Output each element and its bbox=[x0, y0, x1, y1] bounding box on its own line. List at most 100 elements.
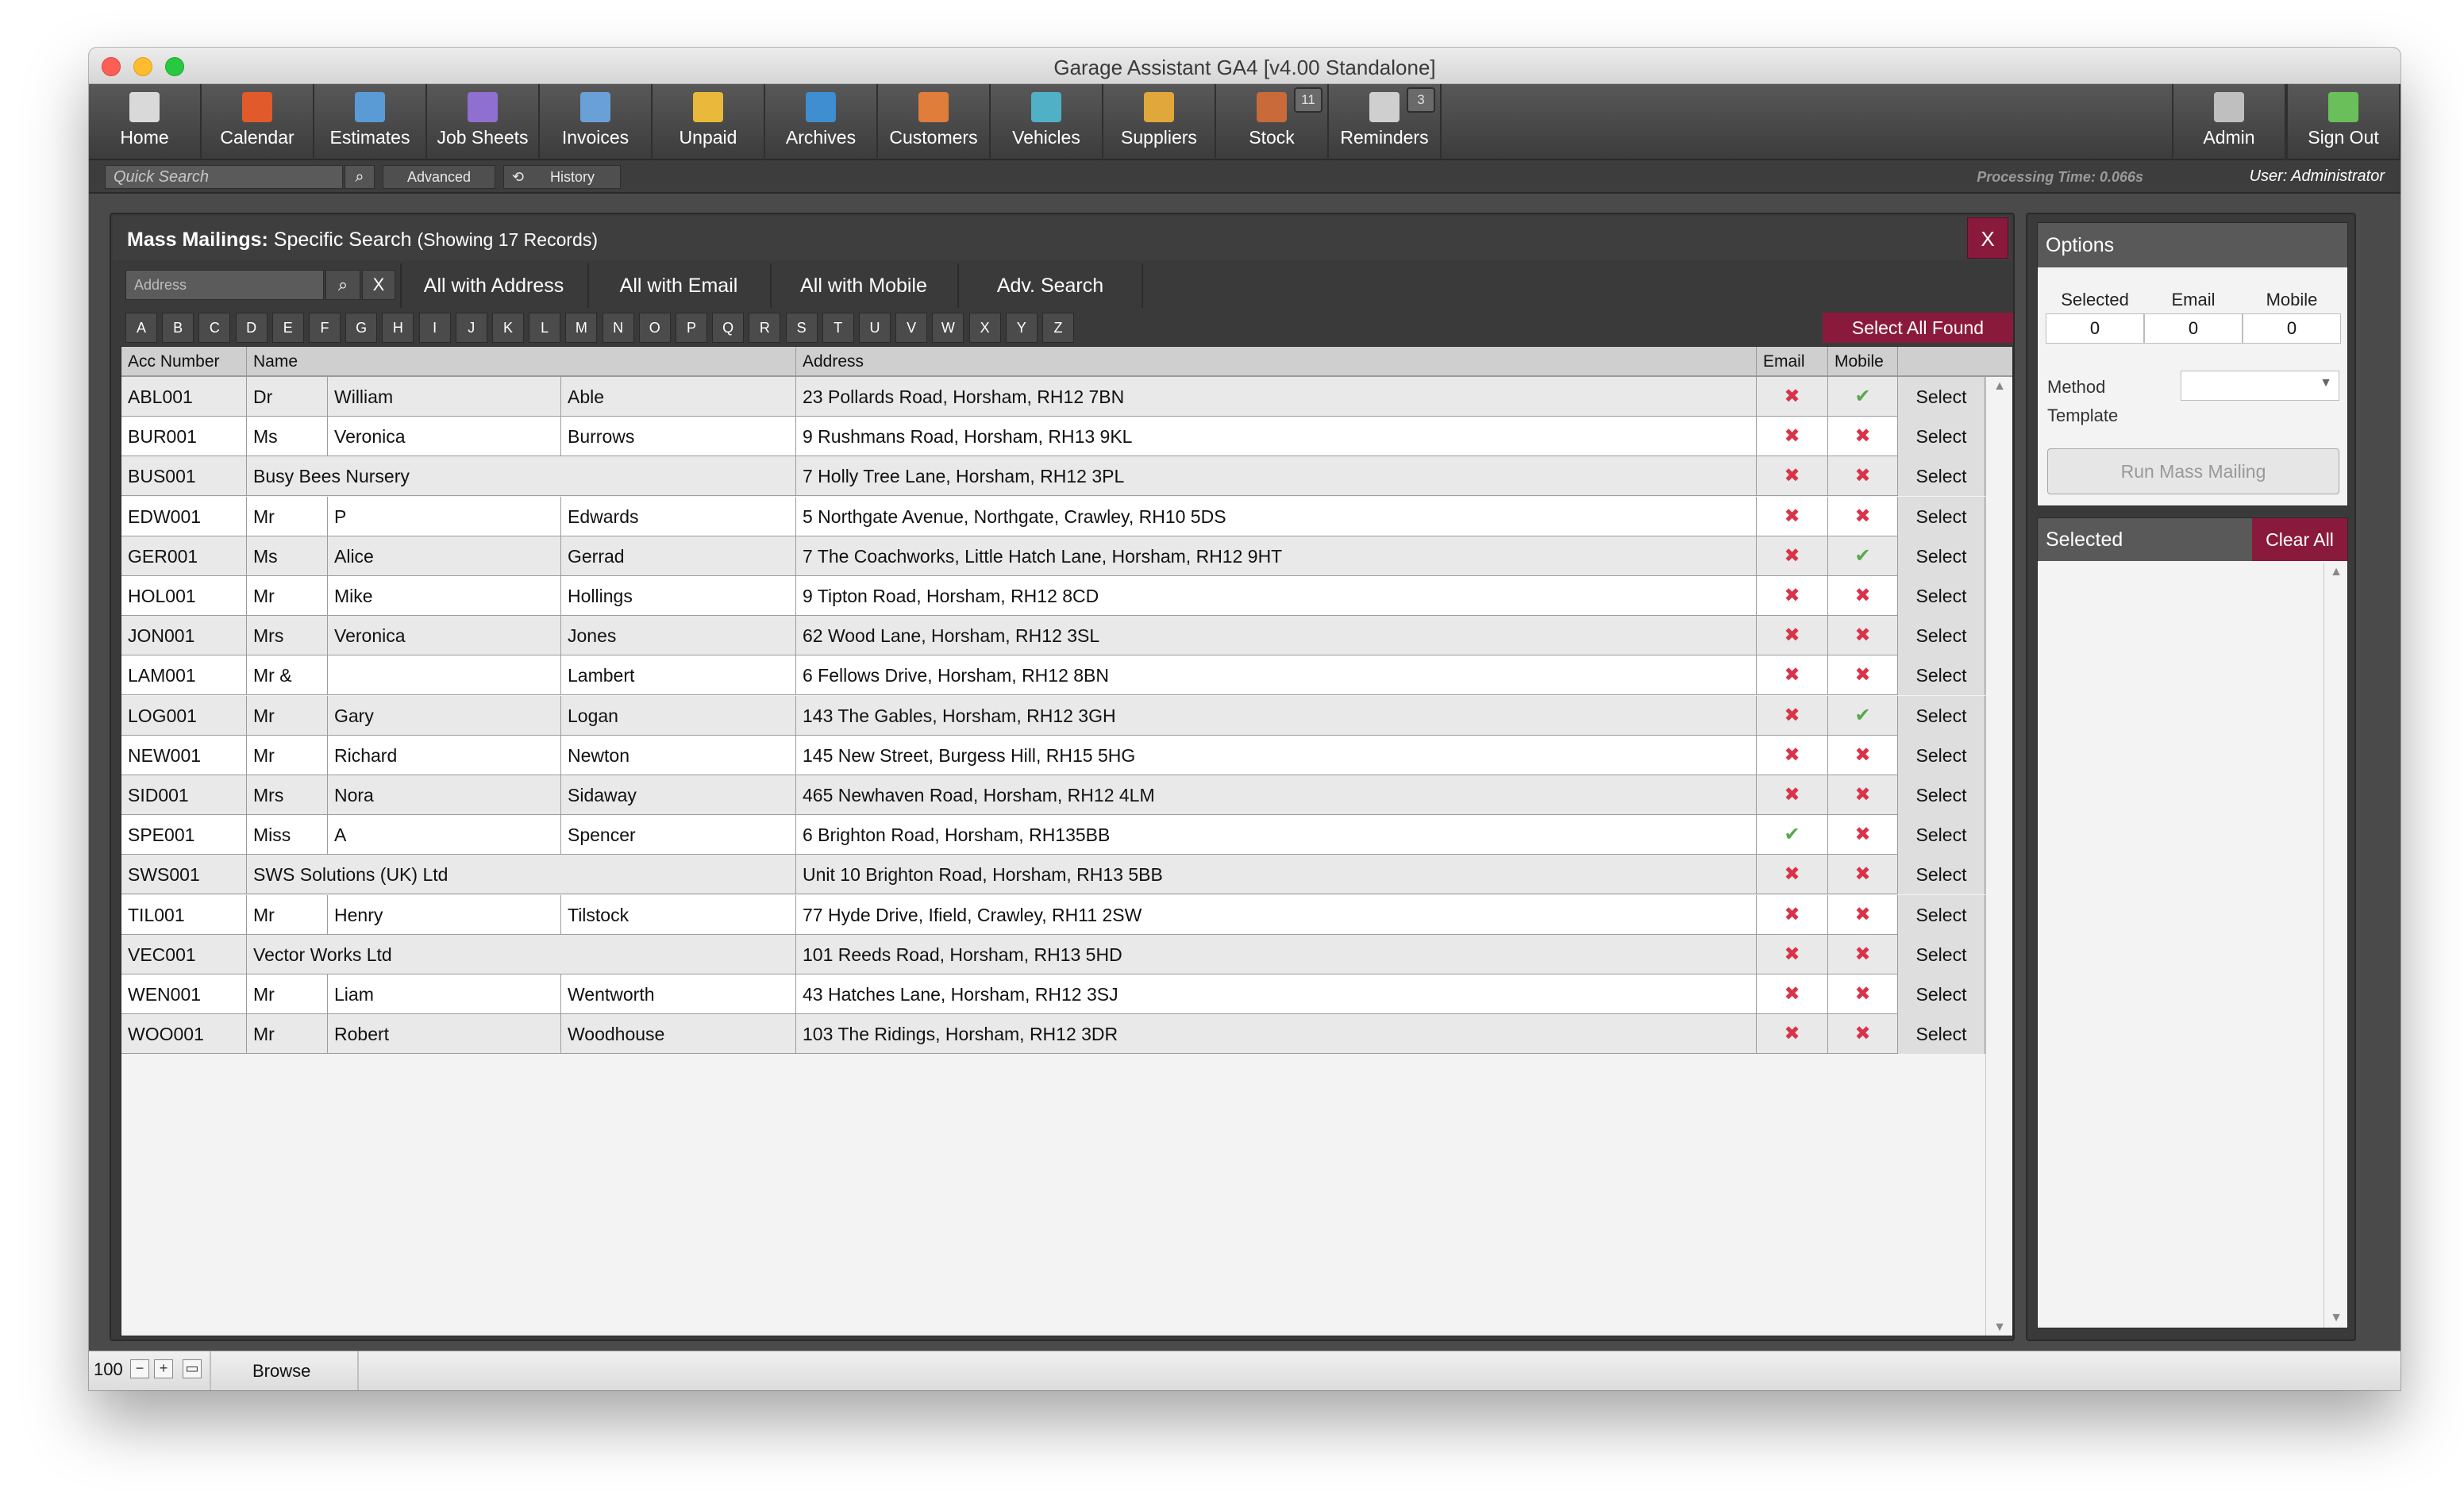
alpha-filter-k[interactable]: K bbox=[492, 313, 524, 343]
header-mobile[interactable]: Mobile bbox=[1828, 347, 1898, 377]
alpha-filter-a[interactable]: A bbox=[125, 313, 157, 343]
history-button[interactable]: ⟲ History bbox=[503, 165, 621, 189]
scroll-down-icon[interactable]: ▼ bbox=[1986, 1318, 2012, 1336]
mode-label[interactable]: Browse bbox=[252, 1361, 310, 1382]
selected-count-value: 0 bbox=[2046, 313, 2144, 344]
alpha-filter-q[interactable]: Q bbox=[712, 313, 745, 343]
alpha-filter-h[interactable]: H bbox=[382, 313, 414, 343]
filter-clear-button[interactable]: X bbox=[362, 270, 395, 300]
scroll-up-icon[interactable]: ▲ bbox=[2324, 563, 2348, 582]
select-row-button[interactable]: Select bbox=[1898, 536, 1985, 576]
toolbar-button-customers[interactable]: Customers bbox=[878, 84, 991, 160]
select-row-button[interactable]: Select bbox=[1898, 655, 1985, 696]
header-acc-number[interactable]: Acc Number bbox=[121, 347, 247, 377]
title-cell: Dr bbox=[247, 377, 328, 417]
quick-filter-all-with-email[interactable]: All with Email bbox=[587, 263, 768, 308]
method-select[interactable]: ▼ bbox=[2181, 371, 2339, 401]
acc-number-cell: LAM001 bbox=[121, 655, 247, 696]
toolbar-button-estimates[interactable]: Estimates bbox=[314, 84, 427, 160]
clear-all-button[interactable]: Clear All bbox=[2252, 518, 2347, 561]
quick-filter-all-with-mobile[interactable]: All with Mobile bbox=[770, 263, 956, 308]
select-row-button[interactable]: Select bbox=[1898, 815, 1985, 855]
alpha-filter-o[interactable]: O bbox=[638, 313, 671, 343]
toolbar-button-sign-out[interactable]: Sign Out bbox=[2286, 84, 2400, 160]
alpha-filter-f[interactable]: F bbox=[309, 313, 341, 343]
toolbar-button-calendar[interactable]: Calendar bbox=[202, 84, 314, 160]
select-row-button[interactable]: Select bbox=[1898, 974, 1985, 1014]
toolbar-button-unpaid[interactable]: Unpaid bbox=[653, 84, 765, 160]
alpha-filter-r[interactable]: R bbox=[749, 313, 781, 343]
alpha-filter-l[interactable]: L bbox=[529, 313, 561, 343]
quick-search-input[interactable]: Quick Search bbox=[105, 165, 343, 189]
header-address[interactable]: Address bbox=[796, 347, 1757, 377]
alpha-filter-b[interactable]: B bbox=[162, 313, 194, 343]
zoom-in-button[interactable]: + bbox=[154, 1359, 173, 1378]
alpha-filter-w[interactable]: W bbox=[932, 313, 964, 343]
quick-search-button[interactable]: ⌕ bbox=[345, 165, 375, 189]
admin-tools-icon bbox=[2214, 92, 2244, 122]
toolbar-button-vehicles[interactable]: Vehicles bbox=[991, 84, 1103, 160]
select-row-button[interactable]: Select bbox=[1898, 1014, 1985, 1055]
select-row-button[interactable]: Select bbox=[1898, 894, 1985, 935]
alpha-filter-c[interactable]: C bbox=[198, 313, 231, 343]
scroll-down-icon[interactable]: ▼ bbox=[2324, 1309, 2348, 1328]
toolbar-button-admin[interactable]: Admin bbox=[2172, 84, 2286, 160]
select-row-button[interactable]: Select bbox=[1898, 377, 1985, 417]
toolbar-button-stock[interactable]: Stock 11 bbox=[1216, 84, 1329, 160]
header-email[interactable]: Email bbox=[1757, 347, 1828, 377]
toggle-status-area-icon[interactable]: ▭ bbox=[183, 1359, 202, 1378]
alpha-filter-j[interactable]: J bbox=[455, 313, 487, 343]
address-filter-input[interactable]: Address bbox=[125, 270, 324, 300]
select-all-found-button[interactable]: Select All Found bbox=[1823, 313, 2013, 343]
zoom-out-button[interactable]: − bbox=[130, 1359, 149, 1378]
select-row-button[interactable]: Select bbox=[1898, 417, 1985, 457]
run-mass-mailing-button[interactable]: Run Mass Mailing bbox=[2047, 448, 2339, 494]
alpha-filter-u[interactable]: U bbox=[859, 313, 891, 343]
alpha-filter-n[interactable]: N bbox=[602, 313, 634, 343]
last-name-cell: Hollings bbox=[561, 576, 796, 616]
alpha-filter-i[interactable]: I bbox=[418, 313, 451, 343]
select-row-button[interactable]: Select bbox=[1898, 934, 1985, 974]
toolbar-button-home[interactable]: Home bbox=[89, 84, 202, 160]
selected-list-scrollbar[interactable]: ▲ ▼ bbox=[2323, 563, 2347, 1328]
select-row-button[interactable]: Select bbox=[1898, 456, 1985, 497]
quick-filter-adv-search[interactable]: Adv. Search bbox=[957, 263, 1143, 308]
alpha-filter-e[interactable]: E bbox=[271, 313, 304, 343]
scroll-up-icon[interactable]: ▲ bbox=[1986, 377, 2012, 396]
quick-filter-all-with-address[interactable]: All with Address bbox=[400, 263, 586, 308]
toolbar-label: Unpaid bbox=[679, 127, 737, 148]
select-row-button[interactable]: Select bbox=[1898, 775, 1985, 815]
toolbar-button-suppliers[interactable]: Suppliers bbox=[1103, 84, 1216, 160]
select-row-button[interactable]: Select bbox=[1898, 616, 1985, 656]
alpha-filter-x[interactable]: X bbox=[968, 313, 1001, 343]
select-row-button[interactable]: Select bbox=[1898, 735, 1985, 775]
select-row-button[interactable]: Select bbox=[1898, 855, 1985, 895]
address-cell: 62 Wood Lane, Horsham, RH12 3SL bbox=[796, 616, 1757, 656]
select-row-button[interactable]: Select bbox=[1898, 695, 1985, 736]
alpha-filter-d[interactable]: D bbox=[235, 313, 268, 343]
email-cross-icon: ✖ bbox=[1757, 735, 1828, 775]
alpha-filter-m[interactable]: M bbox=[565, 313, 598, 343]
toolbar-button-reminders[interactable]: Reminders 3 bbox=[1329, 84, 1442, 160]
alpha-filter-s[interactable]: S bbox=[785, 313, 818, 343]
header-name[interactable]: Name bbox=[247, 347, 796, 377]
alpha-filter-p[interactable]: P bbox=[676, 313, 707, 343]
advanced-search-button[interactable]: Advanced bbox=[383, 165, 495, 189]
toolbar-button-invoices[interactable]: Invoices bbox=[540, 84, 653, 160]
table-row: SPE001 Miss A Spencer 6 Brighton Road, Horsh… bbox=[121, 815, 1985, 855]
select-row-button[interactable]: Select bbox=[1898, 496, 1985, 536]
alpha-filter-t[interactable]: T bbox=[822, 313, 854, 343]
table-scrollbar[interactable]: ▲ ▼ bbox=[1985, 377, 2012, 1336]
filter-search-button[interactable]: ⌕ bbox=[325, 270, 360, 300]
mobile-cross-icon: ✖ bbox=[1828, 655, 1898, 696]
close-panel-button[interactable]: X bbox=[1967, 217, 2008, 259]
alpha-filter-y[interactable]: Y bbox=[1005, 313, 1038, 343]
alpha-filter-g[interactable]: G bbox=[345, 313, 378, 343]
select-row-button[interactable]: Select bbox=[1898, 576, 1985, 616]
alpha-filter-z[interactable]: Z bbox=[1042, 313, 1074, 343]
toolbar-button-job-sheets[interactable]: Job Sheets bbox=[427, 84, 540, 160]
title-cell: Mr bbox=[247, 695, 328, 736]
address-cell: 101 Reeds Road, Horsham, RH13 5HD bbox=[796, 934, 1757, 974]
alpha-filter-v[interactable]: V bbox=[895, 313, 928, 343]
toolbar-button-archives[interactable]: Archives bbox=[765, 84, 878, 160]
